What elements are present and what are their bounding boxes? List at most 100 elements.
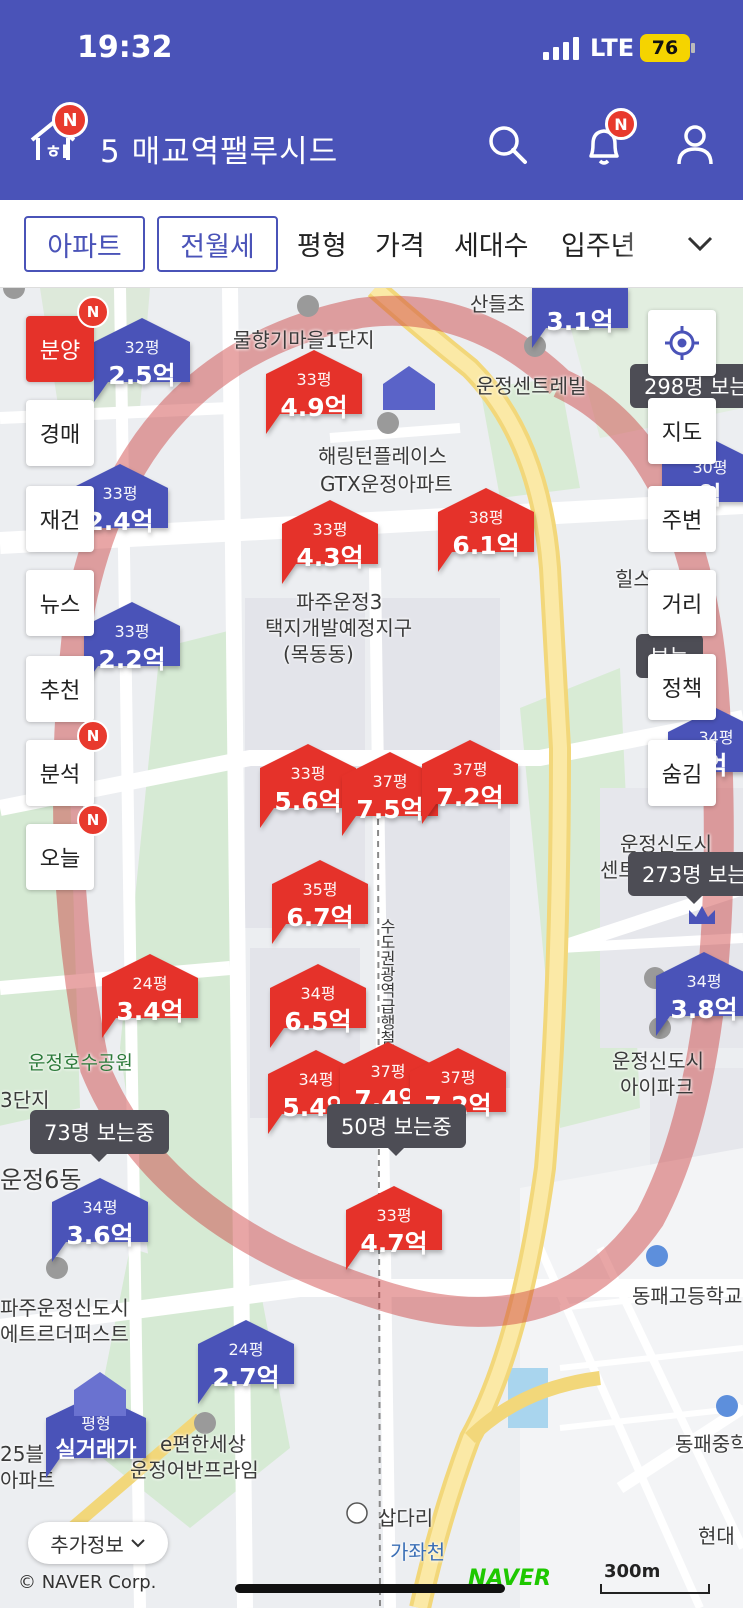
price-pin[interactable]: 24평 2.7억 <box>198 1320 294 1406</box>
copyright: © NAVER Corp. <box>18 1572 157 1593</box>
battery-icon: 76 <box>640 34 695 62</box>
map-label: 운정어반프라임 <box>130 1458 259 1482</box>
pin-pyeong: 34평 <box>82 1198 118 1217</box>
filter-bar: 아파트 전월세 평형 가격 세대수 입주년 <box>0 200 743 288</box>
profile-button[interactable] <box>670 120 720 170</box>
user-icon <box>677 125 713 165</box>
filter-apartment[interactable]: 아파트 <box>24 216 145 272</box>
more-info-button[interactable]: 추가정보 <box>28 1522 168 1564</box>
pin-pyeong: 33평 <box>296 370 332 389</box>
price-pin[interactable]: 34평 6.5억 <box>270 964 366 1050</box>
side-btn-hide[interactable]: 숨김 <box>648 740 716 806</box>
side-btn-map[interactable]: 지도 <box>648 398 716 464</box>
pin-price: 2.7억 <box>212 1363 280 1392</box>
side-btn-news[interactable]: 뉴스 <box>26 570 94 636</box>
map-label: 25블 <box>0 1442 44 1466</box>
signal-icon <box>543 36 579 60</box>
pin-pyeong: 33평 <box>114 622 150 641</box>
price-pin[interactable]: 38평 6.1억 <box>438 488 534 574</box>
price-pin[interactable]: 33평 4.3억 <box>282 500 378 586</box>
filter-pyeong[interactable]: 평형 <box>297 224 347 263</box>
pin-price: 3.4억 <box>116 997 184 1026</box>
map-label: 힐스 <box>615 567 652 591</box>
price-pin[interactable]: 37평 7.2억 <box>422 740 518 826</box>
price-pin[interactable]: 33평 4.7억 <box>346 1186 442 1272</box>
side-btn-presale[interactable]: 분양 <box>26 316 94 382</box>
locate-button[interactable] <box>648 310 716 376</box>
map-label: GTX운정아파트 <box>320 472 453 496</box>
viewer-count: 273명 보는 <box>628 852 743 904</box>
side-btn-policy[interactable]: 정책 <box>648 654 716 720</box>
price-pin[interactable]: 24평 3.4억 <box>102 954 198 1040</box>
side-btn-recommend[interactable]: 추천 <box>26 656 94 722</box>
map-view[interactable]: 물향기마을1단지 해링턴플레이스 GTX운정아파트 파주운정3 택지개발예정지구… <box>0 288 743 1608</box>
app-header: 19:32 LTE 76 ㅎl N 5 매교역팰루시드 N <box>0 0 743 200</box>
pin-price: 6.5억 <box>284 1007 352 1036</box>
app-title[interactable]: 5 매교역팰루시드 <box>100 126 338 171</box>
side-badge: N <box>77 296 109 328</box>
map-label: 수도권광역급행철도 <box>377 918 396 1062</box>
map-label: 아이파크 <box>620 1075 694 1099</box>
map-label: 에트르더퍼스트 <box>0 1322 129 1346</box>
map-label: 산들초 <box>470 292 526 316</box>
map-label: 삽다리 <box>378 1506 434 1530</box>
battery-level: 76 <box>651 37 679 59</box>
pin-price: 2.2억 <box>98 645 166 674</box>
price-pin[interactable]: 35평 6.7억 <box>272 860 368 946</box>
filter-jeonwolse[interactable]: 전월세 <box>157 216 278 272</box>
pin-price: 3.6억 <box>66 1221 134 1250</box>
more-info-label: 추가정보 <box>50 1532 124 1557</box>
map-label: e편한세상 <box>160 1432 246 1456</box>
map-label: 해링턴플레이스 <box>318 444 447 468</box>
pin-price: 3.1억 <box>546 307 614 336</box>
pin-price: 7.2억 <box>436 783 504 812</box>
search-icon <box>489 126 527 164</box>
chevron-down-icon <box>687 236 713 252</box>
map-label: 운정신도시 <box>612 1049 704 1073</box>
price-pin[interactable]: 34평 3.8억 <box>656 952 743 1038</box>
side-badge: N <box>77 804 109 836</box>
home-new-badge: N <box>52 102 88 138</box>
pin-pyeong: 24평 <box>132 974 168 993</box>
pin-price: 2.5억 <box>108 361 176 390</box>
side-btn-redevelop[interactable]: 재건 <box>26 486 94 552</box>
house-marker-icon[interactable] <box>383 366 435 410</box>
pin-pyeong: 32평 <box>124 338 160 357</box>
pin-price: 6.7억 <box>286 903 354 932</box>
map-label: 택지개발예정지구 <box>265 616 413 640</box>
app-root: { "status": {"time": "19:32", "network":… <box>0 0 743 1608</box>
map-label: 물향기마을1단지 <box>233 328 375 352</box>
bell-new-badge: N <box>605 108 637 140</box>
viewer-count: 50명 보는중 <box>327 1104 466 1156</box>
pin-price: 실거래가 <box>55 1438 137 1463</box>
price-pin[interactable]: 34평 3.6억 <box>52 1178 148 1264</box>
status-time: 19:32 <box>77 30 173 65</box>
filter-fade <box>620 210 680 280</box>
filter-price[interactable]: 가격 <box>375 224 425 263</box>
side-btn-auction[interactable]: 경매 <box>26 400 94 466</box>
price-pin[interactable]: 3.1억 <box>532 288 628 350</box>
home-indicator <box>235 1584 505 1593</box>
side-btn-analysis[interactable]: 분석 <box>26 740 94 806</box>
search-button[interactable] <box>483 120 533 170</box>
pin-pyeong: 38평 <box>468 508 504 527</box>
pin-price: 3.8억 <box>670 995 738 1024</box>
chevron-down-icon <box>131 1539 145 1548</box>
price-pin[interactable]: 33평 2.2억 <box>84 602 180 688</box>
filter-households[interactable]: 세대수 <box>454 224 529 263</box>
side-btn-distance[interactable]: 거리 <box>648 570 716 636</box>
map-label: 동패고등학교 <box>632 1284 743 1308</box>
pin-pyeong: 34평 <box>686 972 722 991</box>
network-label: LTE <box>590 34 635 62</box>
filter-expand-button[interactable] <box>685 228 715 258</box>
map-label: 동패중학 <box>675 1432 743 1456</box>
map-label: 파주운정신도시 <box>0 1296 129 1320</box>
price-pin[interactable]: 32평 2.5억 <box>94 318 190 404</box>
side-btn-today[interactable]: 오늘 <box>26 824 94 890</box>
house-marker-icon[interactable] <box>74 1372 126 1416</box>
map-label: (목동동) <box>283 642 354 666</box>
svg-text:ㅎl: ㅎl <box>45 142 68 163</box>
price-pin[interactable]: 33평 4.9억 <box>266 350 362 436</box>
side-btn-nearby[interactable]: 주변 <box>648 486 716 552</box>
scale-label: 300m <box>604 1561 661 1582</box>
